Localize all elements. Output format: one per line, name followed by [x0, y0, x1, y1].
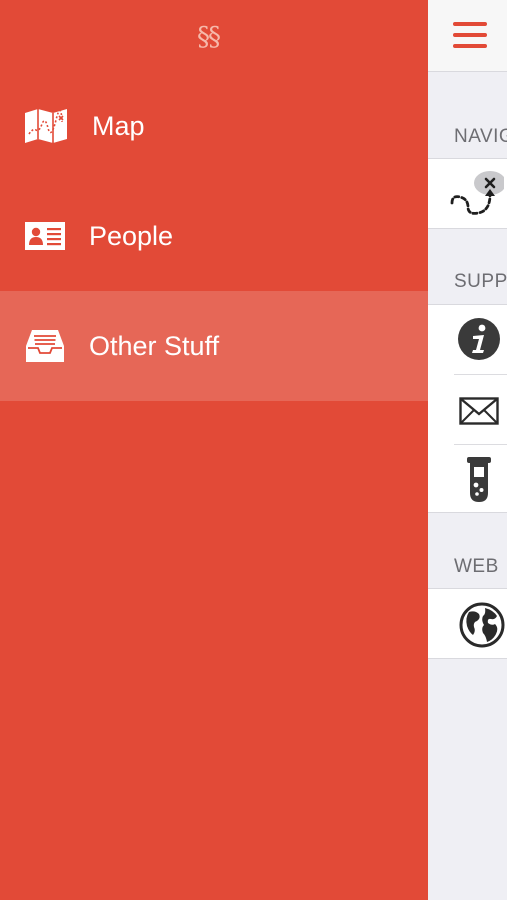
map-icon: [24, 108, 68, 144]
drawer-item-label: Other Stuff: [89, 330, 220, 361]
hamburger-menu-icon[interactable]: [453, 22, 487, 48]
mail-icon: [459, 397, 499, 430]
navigation-group: [428, 158, 507, 229]
section-header-navigation: NAVIGATION: [454, 126, 507, 147]
main-content: NAVIGATION SUPPORT: [428, 0, 507, 900]
inbox-tray-icon: [24, 328, 68, 364]
cell-mail[interactable]: [428, 375, 507, 444]
id-card-icon: [24, 218, 68, 254]
drawer-header: §§: [0, 0, 428, 70]
app-screen: §§ Map People Other Stuff NAVIG SUPP WEB: [0, 0, 507, 900]
cell-test-tube[interactable]: [428, 445, 507, 514]
section-header-support: SUPPORT: [454, 271, 507, 292]
drawer-item-label: People: [89, 220, 174, 251]
section-header-web: WEB: [454, 556, 499, 577]
navigation-bar: [428, 0, 507, 72]
cell-trail[interactable]: [428, 159, 507, 228]
cell-info[interactable]: [428, 305, 507, 374]
drawer-item-other-stuff[interactable]: Other Stuff: [0, 291, 428, 401]
side-drawer: §§ Map People Other Stuff: [0, 0, 428, 900]
cell-web[interactable]: [428, 589, 507, 658]
drawer-item-people[interactable]: People: [0, 181, 428, 291]
web-group: [428, 588, 507, 659]
info-icon: [457, 317, 501, 366]
trail-path-icon: [448, 169, 506, 226]
app-logo: §§: [197, 22, 221, 52]
globe-icon: [459, 602, 505, 653]
drawer-item-label: Map: [92, 110, 145, 141]
drawer-item-map[interactable]: Map: [0, 71, 428, 181]
support-group: [428, 304, 507, 513]
test-tube-icon: [465, 455, 493, 510]
